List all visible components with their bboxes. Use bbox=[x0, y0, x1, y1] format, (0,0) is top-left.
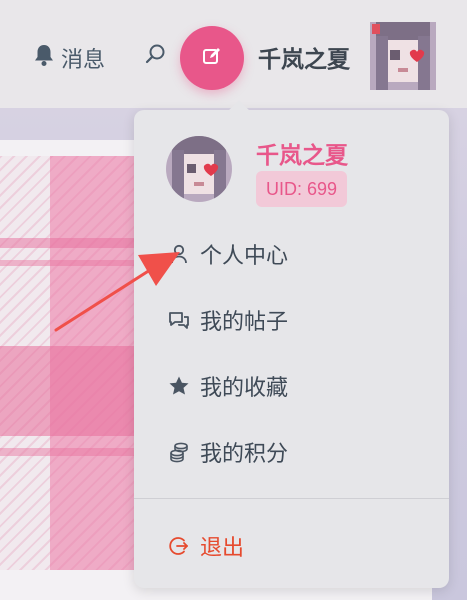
chat-icon bbox=[168, 309, 190, 331]
menu-item-profile[interactable]: 个人中心 bbox=[168, 238, 288, 270]
messages-link[interactable]: 消息 bbox=[33, 42, 105, 74]
logout-icon bbox=[168, 535, 190, 557]
banner-image bbox=[0, 156, 150, 570]
menu-item-favorites[interactable]: 我的收藏 bbox=[168, 370, 288, 402]
coins-icon bbox=[168, 441, 190, 463]
avatar[interactable] bbox=[166, 136, 232, 202]
menu-item-posts[interactable]: 我的帖子 bbox=[168, 304, 288, 336]
dropdown-username[interactable]: 千岚之夏 bbox=[256, 136, 348, 170]
user-dropdown-menu: 千岚之夏 UID: 699 个人中心 我的帖子 我的收藏 我的积分 退出 bbox=[134, 110, 449, 588]
header-username[interactable]: 千岚之夏 bbox=[258, 40, 350, 74]
menu-item-label: 我的积分 bbox=[200, 441, 289, 466]
logout-label: 退出 bbox=[200, 535, 245, 560]
menu-item-points[interactable]: 我的积分 bbox=[168, 436, 288, 468]
menu-item-label: 我的收藏 bbox=[200, 375, 289, 400]
banner-stripe bbox=[0, 448, 150, 456]
compose-button[interactable] bbox=[180, 26, 244, 90]
menu-item-logout[interactable]: 退出 bbox=[168, 530, 244, 562]
banner-stripe bbox=[0, 238, 150, 248]
avatar[interactable] bbox=[370, 22, 436, 90]
menu-item-label: 个人中心 bbox=[200, 243, 289, 268]
messages-label: 消息 bbox=[61, 47, 106, 72]
bell-icon bbox=[33, 43, 55, 73]
search-button[interactable] bbox=[145, 43, 167, 71]
edit-icon bbox=[201, 45, 223, 72]
star-icon bbox=[168, 375, 190, 397]
menu-divider bbox=[134, 498, 449, 499]
banner-stripe bbox=[0, 346, 150, 436]
user-icon bbox=[168, 243, 190, 265]
search-icon bbox=[145, 43, 167, 71]
banner-stripe bbox=[0, 260, 150, 266]
uid-badge: UID: 699 bbox=[256, 171, 348, 207]
menu-item-label: 我的帖子 bbox=[200, 309, 289, 334]
